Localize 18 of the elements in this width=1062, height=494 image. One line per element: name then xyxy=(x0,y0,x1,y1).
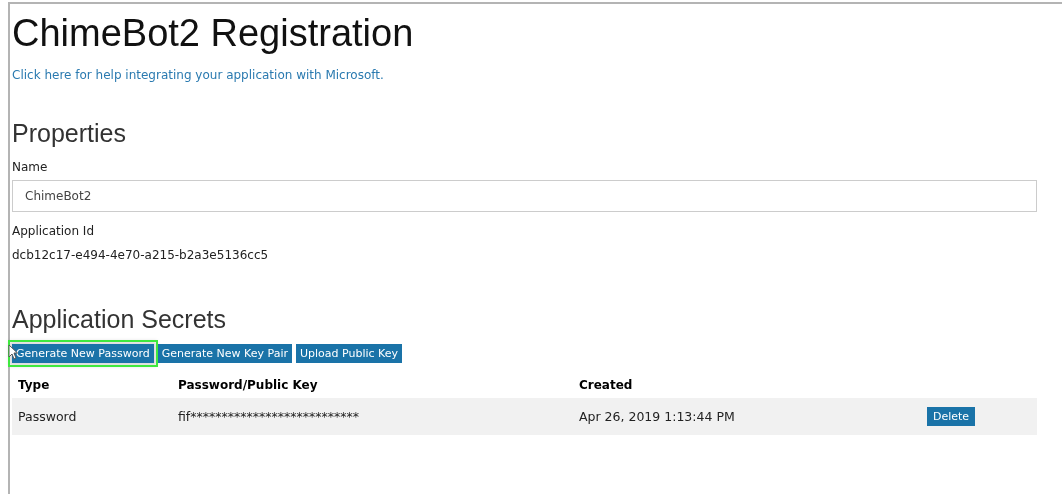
application-id: dcb12c17-e494-4e70-a215-b2a3e5136cc5 xyxy=(12,248,269,262)
column-header: Type xyxy=(18,378,51,392)
action-button[interactable]: Upload Public Key xyxy=(296,344,403,363)
section-heading: Properties xyxy=(12,118,127,148)
field-label: Name xyxy=(12,160,48,174)
action-button[interactable]: Generate New Key Pair xyxy=(157,344,292,363)
delete-button[interactable]: Delete xyxy=(927,407,976,426)
page-title: ChimeBot2 Registration xyxy=(12,11,415,56)
table-cell-text: Apr 26, 2019 1:13:44 PM xyxy=(579,409,736,424)
table-cell-text: Password xyxy=(18,409,78,424)
name-input[interactable]: ChimeBot2 xyxy=(12,180,1037,212)
cursor-icon xyxy=(8,344,18,360)
field-label: Application Id xyxy=(12,224,95,238)
table-cell-text: fif*************************** xyxy=(178,409,361,424)
column-header: Created xyxy=(579,378,634,392)
section-heading: Application Secrets xyxy=(12,304,227,334)
help-link[interactable]: Click here for help integrating your application with Microsoft. xyxy=(12,68,384,82)
column-header: Password/Public Key xyxy=(178,378,319,392)
